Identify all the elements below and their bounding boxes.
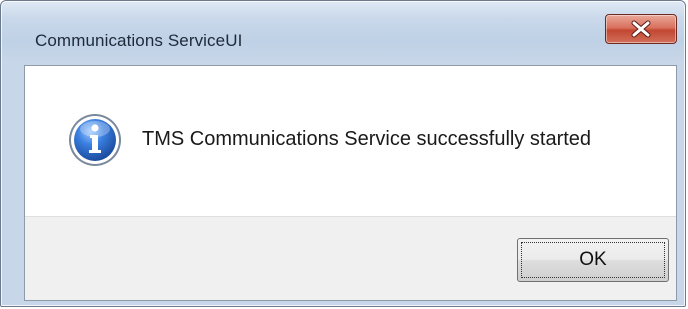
window-title: Communications ServiceUI: [35, 31, 243, 50]
dialog-client-area: TMS Communications Service successfully …: [24, 65, 677, 301]
close-button[interactable]: [605, 14, 677, 44]
title-bar[interactable]: Communications ServiceUI: [1, 1, 685, 63]
message-text: TMS Communications Service successfully …: [142, 128, 592, 150]
ok-button[interactable]: OK: [517, 238, 669, 282]
information-icon: [69, 114, 121, 166]
message-area: TMS Communications Service successfully …: [25, 66, 676, 216]
dialog-window: Communications ServiceUI TMS Communicati…: [0, 0, 686, 307]
close-x-icon: [631, 20, 651, 38]
button-bar: OK: [25, 216, 676, 300]
